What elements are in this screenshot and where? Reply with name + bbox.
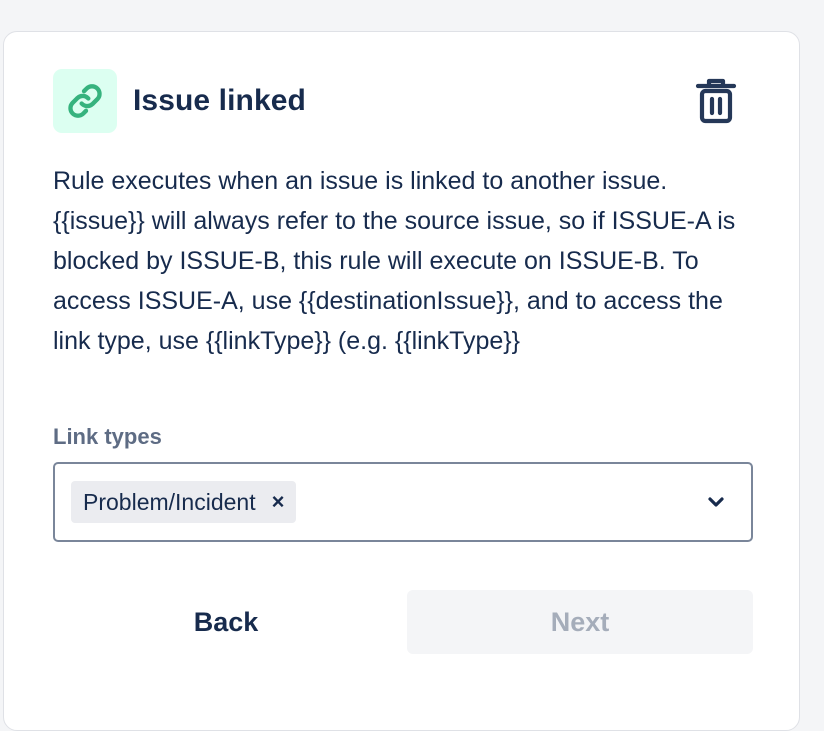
selected-tag-problem-incident: Problem/Incident ×: [71, 481, 297, 523]
chevron-down-icon[interactable]: [707, 496, 725, 508]
back-button[interactable]: Back: [53, 590, 399, 654]
link-types-label: Link types: [53, 424, 162, 449]
link-icon: [68, 84, 102, 118]
tag-remove-icon[interactable]: ×: [272, 491, 285, 513]
link-types-select[interactable]: Problem/Incident ×: [53, 462, 753, 542]
next-button[interactable]: Next: [407, 590, 753, 654]
trigger-description: Rule executes when an issue is linked to…: [53, 167, 736, 355]
card-header: Issue linked: [53, 69, 750, 133]
delete-button[interactable]: [688, 73, 744, 129]
trigger-config-card: Issue linked Rule executes when an issue…: [3, 31, 800, 731]
trigger-title: Issue linked: [133, 84, 306, 117]
trigger-icon-tile: [53, 69, 117, 133]
tag-label: Problem/Incident: [83, 488, 256, 515]
trash-icon: [695, 78, 737, 124]
